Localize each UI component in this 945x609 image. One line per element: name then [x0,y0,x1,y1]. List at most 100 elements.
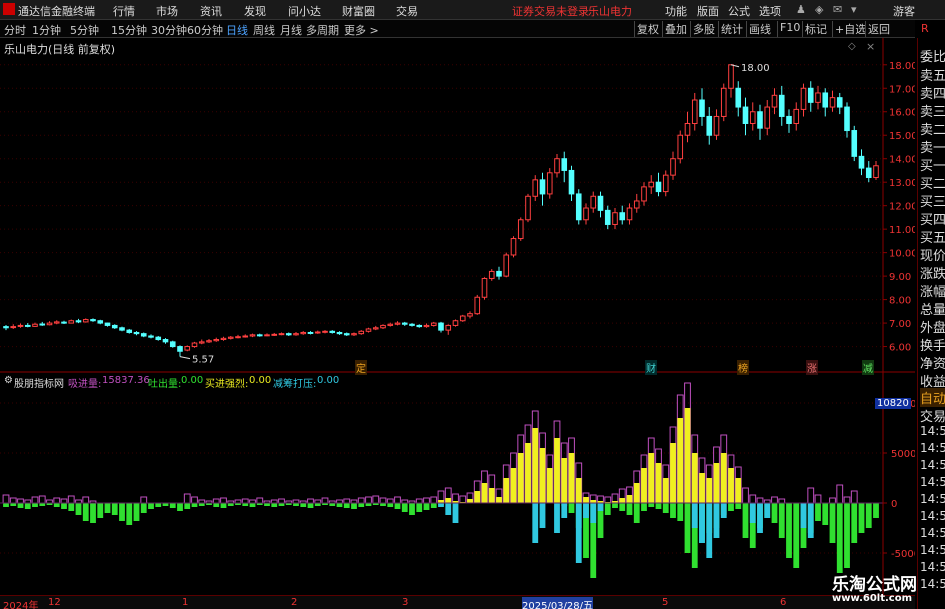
multi-stock-button[interactable]: 多股 [690,21,717,37]
legend-absorb-value: 15837.36 [102,375,150,386]
buy-strong-bar [467,499,473,503]
menu-more-icon[interactable]: ▾ [851,3,857,16]
quote-label[interactable]: 换手 [920,335,945,354]
release-bar [619,503,626,511]
tab-15min[interactable]: 15分钟 [111,22,147,38]
candle-body [684,122,691,136]
overlay-button[interactable]: 叠加 [662,21,689,37]
tab-1min[interactable]: 1分钟 [32,22,61,38]
trade-login-notice[interactable]: 证券交易未登录 [512,3,589,19]
quote-label[interactable]: 买一 [920,155,945,174]
stats-button[interactable]: 统计 [718,21,745,37]
candle-body [97,320,104,324]
candle [641,182,647,206]
quote-label[interactable]: 总量 [920,299,945,318]
tab-daily[interactable]: 日线 [226,22,248,38]
candle-body [474,296,481,315]
candle-body [517,219,524,240]
candle [97,319,104,325]
trade-tab[interactable]: 交易 [920,406,945,425]
candle-body [546,172,553,195]
candle-body [807,87,814,103]
indicator-settings-icon[interactable]: ⚙ [4,375,13,386]
tab-5min[interactable]: 5分钟 [70,22,99,38]
quote-label[interactable]: 买四 [920,209,945,228]
quote-label[interactable]: 卖三 [920,101,945,120]
buy-strong-bar [713,463,720,503]
draw-line-button[interactable]: 画线 [746,21,773,37]
menu-formula[interactable]: 公式 [728,3,750,19]
tab-weekly[interactable]: 周线 [253,22,275,38]
release-bar [17,503,24,508]
candle-body [10,326,17,329]
quote-label[interactable]: 涨跌 [920,263,945,282]
skin-icon[interactable]: ◈ [815,3,823,16]
buy-strong-bar [720,453,727,503]
date-label: 1 [182,597,189,608]
quote-label[interactable]: 卖一 [920,137,945,156]
quote-label[interactable]: 现价 [920,245,945,264]
chart-title: 乐山电力(日线 前复权) [4,43,116,56]
tab-30min[interactable]: 30分钟 [151,22,187,38]
quote-label[interactable]: 买五 [920,227,945,246]
menu-trade[interactable]: 交易 [396,3,418,19]
candle-body [82,319,89,323]
buy-strong-bar [633,483,640,503]
f10-button[interactable]: F10 [777,21,802,37]
quote-label[interactable]: 卖二 [920,119,945,138]
menu-wealth-circle[interactable]: 财富圈 [342,3,375,19]
close-chart-icon[interactable]: × [866,40,875,53]
quote-label[interactable]: 买三 [920,191,945,210]
candle-body [626,207,633,221]
release-bar [68,503,75,511]
menu-options[interactable]: 选项 [759,3,781,19]
message-icon[interactable]: ✉ [833,3,842,16]
candle [604,205,611,230]
menu-layout[interactable]: 版面 [697,3,719,19]
tab-60min[interactable]: 60分钟 [187,22,223,38]
menu-news[interactable]: 资讯 [200,3,222,19]
quote-label[interactable]: 委比 [920,46,945,65]
user-icon[interactable]: ♟ [796,3,806,16]
indicator-name[interactable]: 股朋指标网 [14,375,64,390]
mark-button[interactable]: 标记 [802,21,829,37]
back-button[interactable]: 返回 [865,21,892,37]
tab-more[interactable]: 更多 > [344,22,379,38]
release-bar [32,503,38,507]
menu-ask-xiaoda[interactable]: 问小达 [288,3,321,19]
menu-market[interactable]: 市场 [156,3,178,19]
add-watchlist-button[interactable]: +自选 [832,21,868,37]
tab-intraday[interactable]: 分时 [4,22,26,38]
reduce-bar [800,503,807,528]
adjust-button[interactable]: 复权 [634,21,661,37]
candle-body [206,340,212,343]
auto-trade-tab[interactable]: 自动 [920,388,945,407]
menu-discover[interactable]: 发现 [244,3,266,19]
quote-label[interactable]: 卖五 [920,65,945,84]
tab-multi-period[interactable]: 多周期 [306,22,339,38]
indicator-chart[interactable]: 1000050000-5000 [0,373,915,595]
candle [829,90,836,112]
quote-label[interactable]: 卖四 [920,83,945,102]
guest-button[interactable]: 游客 [893,3,915,19]
legend-absorb-label: 吸进量: [68,379,102,390]
candle-body [844,106,850,132]
diamond-icon[interactable]: ◇ [848,41,856,52]
price-chart[interactable]: 18.00 17.00 16.00 15.00 14.00 13.00 12.00 11.00… [0,38,915,373]
candle-body [561,158,568,171]
release-bar [430,503,437,508]
candle [140,332,147,338]
quote-label[interactable]: 涨幅 [920,281,945,300]
candle [285,332,292,336]
release-bar [626,503,633,515]
candle-body [329,330,336,333]
reduce-bar [597,503,604,511]
quote-label[interactable]: 外盘 [920,317,945,336]
absorb-bar [140,496,148,504]
quote-label[interactable]: 净资 [920,353,945,372]
candle [858,149,865,176]
tab-monthly[interactable]: 月线 [280,22,302,38]
menu-quotes[interactable]: 行情 [113,3,135,19]
menu-functions[interactable]: 功能 [665,3,687,19]
quote-label[interactable]: 买二 [920,173,945,192]
